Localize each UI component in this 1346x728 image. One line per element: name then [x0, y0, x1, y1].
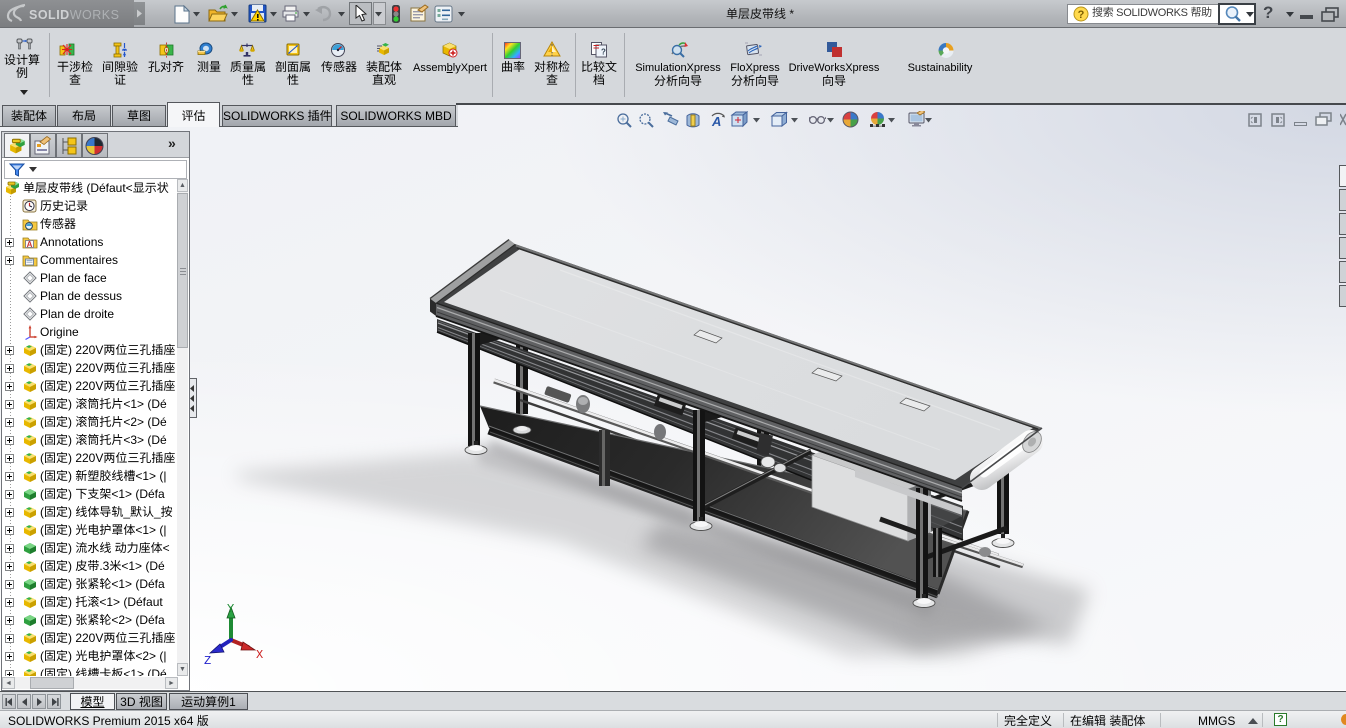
svg-text:?: ? [601, 48, 606, 57]
svg-text:?: ? [1078, 9, 1085, 21]
svg-text:Z: Z [204, 654, 211, 668]
svg-text:Y: Y [227, 602, 234, 616]
svg-text:SOLIDWORKS: SOLIDWORKS [29, 8, 119, 22]
svg-text:X: X [256, 648, 263, 662]
